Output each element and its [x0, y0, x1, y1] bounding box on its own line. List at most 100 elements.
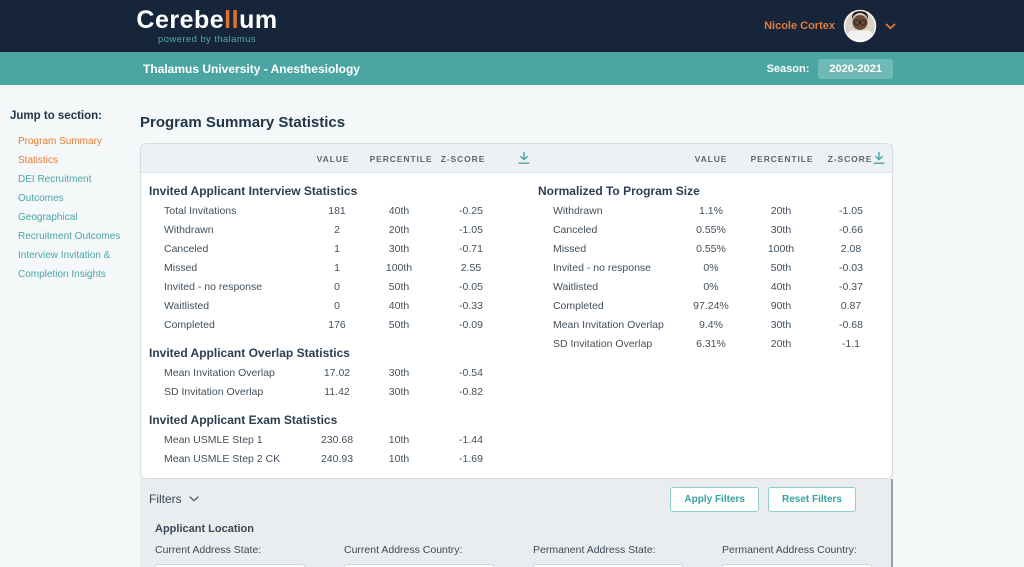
stat-label: SD Invitation Overlap	[553, 338, 676, 350]
column-header-z-score-right: Z-SCORE	[828, 154, 873, 164]
stat-value: 11.42	[302, 386, 372, 398]
user-name: Nicole Cortex	[764, 20, 835, 32]
sidebar-item-interview-invitation-completion-insights[interactable]: Interview Invitation & Completion Insigh…	[18, 246, 130, 284]
stat-label: Mean Invitation Overlap	[164, 367, 302, 379]
sidebar-heading: Jump to section:	[10, 110, 130, 122]
filter-label-permanent-address-state: Permanent Address State:	[533, 544, 683, 556]
stat-percentile: 10th	[372, 434, 426, 446]
summary-statistics-card: VALUEPERCENTILEZ-SCOREVALUEPERCENTILEZ-S…	[140, 143, 893, 479]
stat-label: SD Invitation Overlap	[164, 386, 302, 398]
table-row: Mean USMLE Step 1230.6810th-1.44	[141, 430, 530, 449]
stat-label: Invited - no response	[553, 262, 676, 274]
column-header-z-score-left: Z-SCORE	[441, 154, 486, 164]
stat-percentile: 20th	[746, 205, 816, 217]
page: Cerebellum powered by thalamus Nicole Co…	[0, 0, 1024, 567]
logo-tagline: powered by thalamus	[133, 34, 281, 45]
stat-value: 0	[302, 281, 372, 293]
applicant-location-heading: Applicant Location	[140, 523, 891, 535]
stat-zscore: -1.44	[426, 434, 516, 446]
user-menu[interactable]: Nicole Cortex	[764, 9, 896, 43]
stat-value: 2	[302, 224, 372, 236]
sidebar-item-program-summary-statistics[interactable]: Program Summary Statistics	[18, 132, 130, 170]
sidebar-item-geographical-recruitment-outcomes[interactable]: Geographical Recruitment Outcomes	[18, 208, 130, 246]
filters-chevron-down-icon	[189, 496, 199, 502]
filter-group-current-address-country: Current Address Country:All	[344, 544, 494, 567]
filters-toggle[interactable]: Filters	[149, 492, 199, 506]
stat-zscore: -0.66	[816, 224, 886, 236]
user-menu-chevron-down-icon[interactable]	[885, 23, 896, 30]
apply-filters-button[interactable]: Apply Filters	[670, 487, 759, 512]
stat-label: Canceled	[553, 224, 676, 236]
stat-label: Total Invitations	[164, 205, 302, 217]
stat-label: Waitlisted	[164, 300, 302, 312]
stat-label: Completed	[164, 319, 302, 331]
stat-percentile: 50th	[372, 319, 426, 331]
filters-panel: Filters Apply Filters Reset Filters Appl…	[140, 479, 893, 567]
stat-zscore: -0.37	[816, 281, 886, 293]
filter-label-permanent-address-country: Permanent Address Country:	[722, 544, 872, 556]
stat-value: 6.31%	[676, 338, 746, 350]
stat-zscore: 0.87	[816, 300, 886, 312]
stat-label: Completed	[553, 300, 676, 312]
column-header-percentile-left: PERCENTILE	[370, 154, 433, 164]
left-statistics-table: Invited Applicant Interview StatisticsTo…	[141, 179, 530, 468]
season-label: Season:	[767, 63, 810, 75]
season-selector[interactable]: 2020-2021	[818, 59, 893, 79]
stat-label: Missed	[553, 243, 676, 255]
stat-zscore: -1.05	[426, 224, 516, 236]
section-title-normalized-to-program-size: Normalized To Program Size	[530, 181, 892, 201]
table-row: Missed0.55%100th2.08	[530, 239, 892, 258]
stat-zscore: -0.68	[816, 319, 886, 331]
reset-filters-button[interactable]: Reset Filters	[768, 487, 856, 512]
stat-zscore: -0.25	[426, 205, 516, 217]
sidebar-item-dei-recruitment-outcomes[interactable]: DEI Recruitment Outcomes	[18, 170, 130, 208]
stat-zscore: 2.08	[816, 243, 886, 255]
stat-zscore: -0.82	[426, 386, 516, 398]
table-row: Invited - no response050th-0.05	[141, 277, 530, 296]
filters-title: Filters	[149, 492, 182, 506]
stat-zscore: -1.69	[426, 453, 516, 465]
stat-label: Missed	[164, 262, 302, 274]
stat-percentile: 40th	[372, 205, 426, 217]
stat-percentile: 30th	[746, 224, 816, 236]
stat-value: 97.24%	[676, 300, 746, 312]
stat-value: 1.1%	[676, 205, 746, 217]
stat-zscore: -0.71	[426, 243, 516, 255]
table-row: Canceled130th-0.71	[141, 239, 530, 258]
main-content: Program Summary Statistics VALUEPERCENTI…	[140, 108, 893, 567]
filter-label-current-address-country: Current Address Country:	[344, 544, 494, 556]
section-title-invited-applicant-overlap-statistics: Invited Applicant Overlap Statistics	[141, 343, 530, 363]
table-row: Completed17650th-0.09	[141, 315, 530, 334]
table-row: Completed97.24%90th0.87	[530, 296, 892, 315]
filter-group-permanent-address-country: Permanent Address Country:All	[722, 544, 872, 567]
stat-percentile: 40th	[746, 281, 816, 293]
stat-value: 17.02	[302, 367, 372, 379]
stat-label: Mean USMLE Step 1	[164, 434, 302, 446]
table-row: Mean Invitation Overlap9.4%30th-0.68	[530, 315, 892, 334]
jump-to-section-sidebar: Jump to section: Program Summary Statist…	[10, 110, 130, 284]
avatar[interactable]	[843, 9, 877, 43]
sidebar-nav: Program Summary StatisticsDEI Recruitmen…	[10, 132, 130, 284]
download-icon-right[interactable]	[873, 151, 886, 165]
stat-label: Withdrawn	[164, 224, 302, 236]
stat-value: 181	[302, 205, 372, 217]
stat-percentile: 100th	[372, 262, 426, 274]
stat-value: 0.55%	[676, 224, 746, 236]
stat-percentile: 50th	[746, 262, 816, 274]
stat-zscore: -0.33	[426, 300, 516, 312]
stat-percentile: 40th	[372, 300, 426, 312]
download-icon-left[interactable]	[518, 151, 531, 165]
stat-label: Invited - no response	[164, 281, 302, 293]
section-title-invited-applicant-exam-statistics: Invited Applicant Exam Statistics	[141, 410, 530, 430]
stat-zscore: -0.54	[426, 367, 516, 379]
filter-groups: Current Address State:AllCurrent Address…	[140, 544, 891, 567]
stat-value: 0%	[676, 281, 746, 293]
stat-value: 1	[302, 262, 372, 274]
stat-percentile: 20th	[372, 224, 426, 236]
section-title-invited-applicant-interview-statistics: Invited Applicant Interview Statistics	[141, 181, 530, 201]
page-title: Program Summary Statistics	[140, 116, 893, 130]
table-row: Waitlisted0%40th-0.37	[530, 277, 892, 296]
table-row: Total Invitations18140th-0.25	[141, 201, 530, 220]
stat-percentile: 30th	[372, 386, 426, 398]
logo-accent-letters: ll	[224, 6, 239, 34]
